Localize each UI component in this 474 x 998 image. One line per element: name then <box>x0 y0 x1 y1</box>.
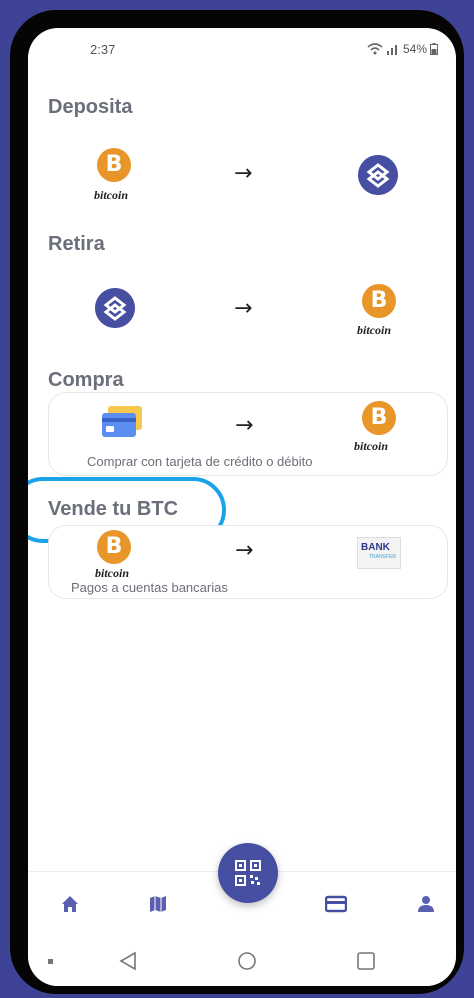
arrow-right-icon: → <box>235 413 254 438</box>
home-circle-icon[interactable] <box>237 951 257 971</box>
scan-qr-button[interactable] <box>218 843 278 903</box>
battery-percent: 54% <box>402 42 427 56</box>
credit-card-icon <box>102 406 142 437</box>
bitcoin-wordmark: bitcoin <box>95 566 130 580</box>
home-icon[interactable] <box>60 894 80 914</box>
section-title-compra: Compra <box>48 369 124 391</box>
arrow-right-icon: → <box>235 538 254 563</box>
bank-logo-text: BANK <box>361 542 390 553</box>
bitcoin-wordmark: bitcoin <box>354 439 389 453</box>
compra-card[interactable]: → B bitcoin Comprar con tarjeta de crédi… <box>48 392 448 476</box>
bitcoin-icon: B <box>362 284 396 318</box>
bitcoin-icon: B <box>97 148 131 182</box>
recents-icon[interactable] <box>357 952 375 970</box>
arrow-right-icon: → <box>234 296 253 321</box>
back-icon[interactable] <box>119 951 137 971</box>
nav-dot-icon <box>48 959 53 964</box>
arrow-right-icon: → <box>234 161 253 186</box>
credit-card-icon[interactable] <box>325 894 347 914</box>
status-indicators: 54% <box>367 42 438 56</box>
app-logo-icon <box>95 288 135 328</box>
qr-scan-icon <box>235 860 261 886</box>
wifi-icon <box>367 43 383 55</box>
bitcoin-wordmark: bitcoin <box>94 188 129 202</box>
bitcoin-wordmark: bitcoin <box>357 323 392 337</box>
status-bar: 2:37 54% <box>28 28 456 72</box>
user-icon[interactable] <box>416 894 436 914</box>
app-screen: 2:37 54% Deposita B bitcoin → Retira → B… <box>28 28 456 986</box>
compra-caption: Comprar con tarjeta de crédito o débito <box>87 454 313 469</box>
bank-logo-subtext: TRANSFER <box>369 554 396 560</box>
map-icon[interactable] <box>148 894 168 914</box>
section-title-deposita: Deposita <box>48 96 133 118</box>
system-navigation-bar <box>28 933 456 986</box>
battery-icon <box>430 43 438 55</box>
vende-card[interactable]: B bitcoin → BANK TRANSFER Pagos a cuenta… <box>48 525 448 599</box>
app-logo-icon <box>358 155 398 195</box>
bitcoin-icon: B <box>97 530 131 564</box>
signal-icon <box>386 45 397 55</box>
section-title-retira: Retira <box>48 233 105 255</box>
status-time: 2:37 <box>90 42 116 57</box>
bank-transfer-logo: BANK TRANSFER <box>357 537 401 569</box>
bitcoin-icon: B <box>362 401 396 435</box>
vende-caption: Pagos a cuentas bancarias <box>71 580 228 595</box>
